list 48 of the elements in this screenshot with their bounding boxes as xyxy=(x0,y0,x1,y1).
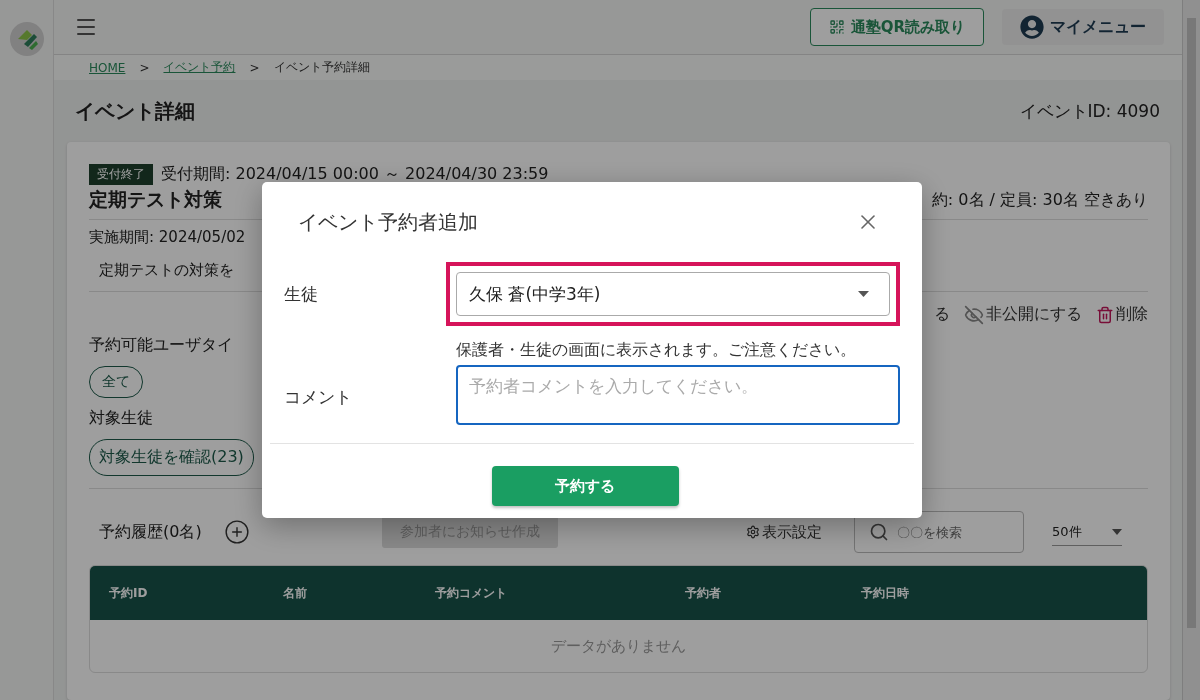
status-badge: 受付終了 xyxy=(89,164,153,185)
eye-off-icon xyxy=(964,304,984,325)
page-title: イベント詳細 xyxy=(75,97,195,125)
field-label: 生徒 xyxy=(284,282,319,306)
column-header[interactable]: 予約ID xyxy=(109,584,283,602)
logo-icon xyxy=(9,22,44,56)
comment-field[interactable]: 予約者コメントを入力してください。 xyxy=(456,365,900,425)
breadcrumb-link[interactable]: イベント予約 xyxy=(163,59,236,76)
event-id: イベントID: 4090 xyxy=(1019,99,1160,123)
search-icon xyxy=(869,522,889,542)
implementation-period: 実施期間: 2024/05/02 xyxy=(89,228,246,247)
add-icon[interactable] xyxy=(223,519,250,545)
target-students-label: 対象生徒 xyxy=(89,408,153,429)
breadcrumb-separator: > xyxy=(249,60,260,75)
field-label: コメント xyxy=(284,386,353,409)
column-header[interactable]: 予約日時 xyxy=(861,584,1147,602)
page-size-select[interactable]: 50件 xyxy=(1052,518,1122,546)
column-header[interactable]: 予約者 xyxy=(685,584,861,602)
action-link[interactable]: 非公開にする xyxy=(964,304,1082,325)
empty-message: データがありません xyxy=(550,635,687,657)
breadcrumb-link[interactable]: HOME xyxy=(89,60,126,75)
dialog-title: イベント予約者追加 xyxy=(298,208,478,236)
event-title: 定期テスト対策 xyxy=(89,187,222,212)
scrollbar[interactable] xyxy=(1182,0,1200,700)
student-select[interactable]: 久保 蒼(中学3年) xyxy=(456,272,890,316)
target-students-button[interactable]: 対象生徒を確認(23) xyxy=(89,439,254,476)
comment-hint: 保護者・生徒の画面に表示されます。ご注意ください。 xyxy=(456,340,856,359)
column-header[interactable]: 名前 xyxy=(283,584,435,602)
caret-icon xyxy=(1112,528,1122,535)
breadcrumb-separator: > xyxy=(139,60,150,75)
action-link[interactable]: る xyxy=(934,304,950,325)
gear-icon xyxy=(746,525,760,539)
breadcrumb-current: イベント予約詳細 xyxy=(273,59,370,76)
reservation-history-title: 予約履歴(0名) xyxy=(99,521,202,543)
my-menu-button[interactable]: マイメニュー xyxy=(1002,9,1164,45)
column-header[interactable]: 予約コメント xyxy=(435,584,685,602)
qr-code-icon xyxy=(828,19,845,35)
action-link[interactable]: 削除 xyxy=(1096,304,1148,325)
user-types-label: 予約可能ユーザタイ xyxy=(89,335,233,356)
trash-icon xyxy=(1096,305,1114,324)
reserve-button[interactable]: 予約する xyxy=(491,466,679,506)
display-settings-button[interactable]: 表示設定 xyxy=(746,522,822,542)
capacity-text: 約: 0名 / 定員: 30名 空きあり xyxy=(931,189,1148,211)
user-type-chip[interactable]: 全て xyxy=(89,366,143,398)
qr-scan-button[interactable]: 通塾QR読み取り xyxy=(809,8,984,46)
reception-period: 受付期間: 2024/04/15 00:00 ～ 2024/04/30 23:59 xyxy=(161,164,549,185)
event-description: 定期テストの対策を xyxy=(99,261,234,280)
user-icon xyxy=(1020,15,1044,39)
